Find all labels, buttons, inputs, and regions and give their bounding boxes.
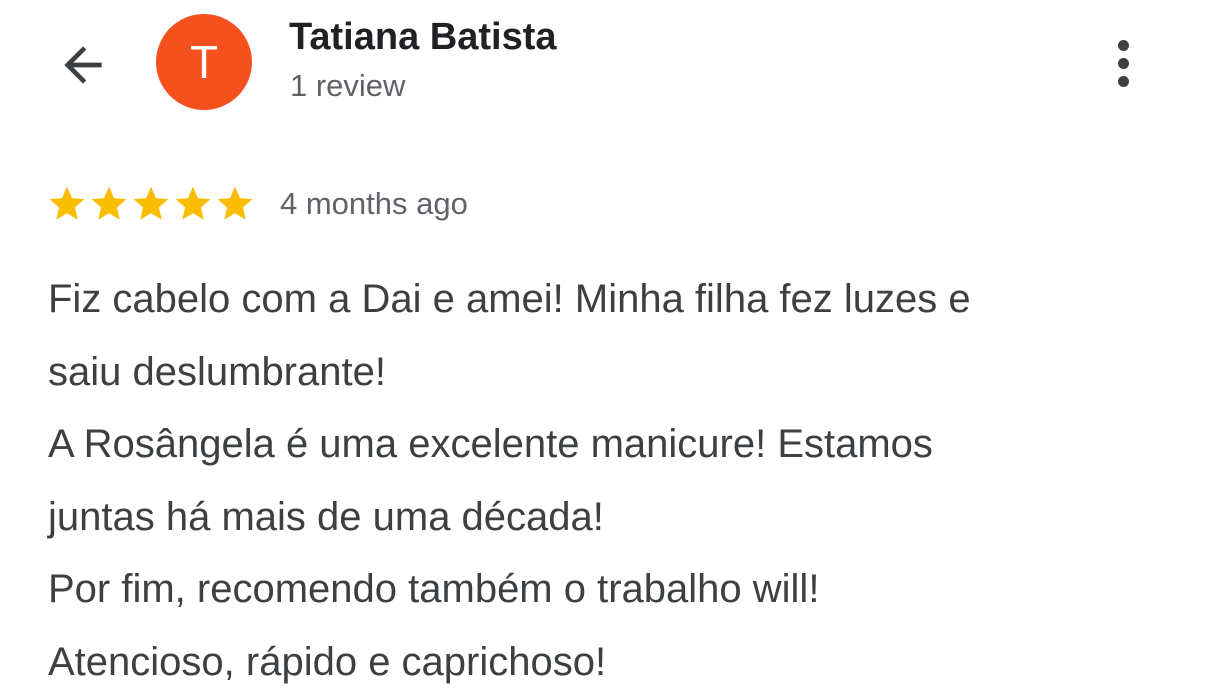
star-icon xyxy=(172,183,214,225)
back-button[interactable] xyxy=(52,34,114,96)
star-icon xyxy=(46,183,88,225)
rating-row: 4 months ago xyxy=(46,182,468,226)
more-vertical-icon xyxy=(1118,40,1129,87)
more-options-button[interactable] xyxy=(1100,32,1146,94)
star-rating xyxy=(46,183,256,225)
review-text-line: Por fim, recomendo também o trabalho wil… xyxy=(48,553,1178,626)
review-text-line: Atencioso, rápido e caprichoso! xyxy=(48,626,1178,698)
review-count: 1 review xyxy=(290,68,405,104)
review-text-line: A Rosângela é uma excelente manicure! Es… xyxy=(48,408,1178,481)
review-text-line: juntas há mais de uma década! xyxy=(48,481,1178,554)
review-text: Fiz cabelo com a Dai e amei! Minha filha… xyxy=(48,263,1178,698)
review-text-line: saiu deslumbrante! xyxy=(48,336,1178,409)
star-icon xyxy=(130,183,172,225)
review-date: 4 months ago xyxy=(280,186,468,222)
review-text-line: Fiz cabelo com a Dai e amei! Minha filha… xyxy=(48,263,1178,336)
star-icon xyxy=(214,183,256,225)
star-icon xyxy=(88,183,130,225)
arrow-left-icon xyxy=(55,37,111,93)
author-name[interactable]: Tatiana Batista xyxy=(289,16,556,59)
avatar[interactable]: T xyxy=(156,14,252,110)
avatar-letter: T xyxy=(190,35,218,89)
